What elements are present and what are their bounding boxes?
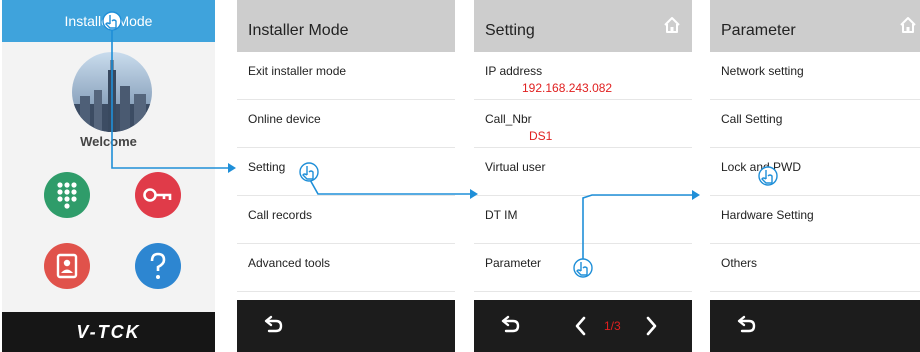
screen-header: Setting (474, 0, 692, 52)
screen-title: Parameter (721, 22, 796, 39)
screen-header: Installer Mode (237, 0, 455, 52)
contact-card-icon[interactable] (44, 243, 90, 289)
flow-arrowhead (228, 163, 236, 173)
menu-item-label: Parameter (485, 256, 542, 270)
menu-item-label: Call records (248, 208, 313, 222)
back-arrow-icon[interactable] (734, 315, 758, 337)
screen-footer: 1/3 (474, 300, 692, 352)
screen-footer (237, 300, 455, 352)
screen-title: Setting (485, 22, 535, 39)
menu-item-exit-installer-mode[interactable]: Exit installer mode (237, 52, 455, 100)
menu-item-label: Online device (248, 112, 321, 126)
menu-item-label: Call_Nbr (485, 112, 532, 126)
menu-item-setting[interactable]: Setting (237, 148, 455, 196)
setting-screen: Setting IP address 192.168.243.082 Call_… (474, 0, 692, 352)
menu-item-dt-im[interactable]: DT IM (474, 196, 692, 244)
home-icon[interactable] (662, 15, 682, 35)
menu-item-advanced-tools[interactable]: Advanced tools (237, 244, 455, 292)
welcome-avatar (72, 52, 152, 132)
menu-item-label: Network setting (721, 64, 804, 78)
back-arrow-icon[interactable] (261, 315, 285, 337)
keypad-icon[interactable] (44, 172, 90, 218)
screen-header: Parameter (710, 0, 920, 52)
home-screen: Installer Mode Welcome V-TCK (2, 0, 215, 352)
menu-item-label: Virtual user (485, 160, 546, 174)
menu-item-label: DT IM (485, 208, 518, 222)
menu-item-online-device[interactable]: Online device (237, 100, 455, 148)
menu-item-network-setting[interactable]: Network setting (710, 52, 920, 100)
installer-mode-screen: Installer Mode Exit installer mode Onlin… (237, 0, 455, 352)
menu-item-label: Call Setting (721, 112, 783, 126)
screen-footer (710, 300, 920, 352)
help-icon[interactable] (135, 243, 181, 289)
installer-mode-title[interactable]: Installer Mode (2, 0, 215, 42)
call-nbr-value: DS1 (529, 129, 553, 143)
brand-logo: V-TCK (2, 312, 215, 352)
welcome-label: Welcome (80, 134, 137, 149)
menu-item-label: Advanced tools (248, 256, 331, 270)
menu-item-call-setting[interactable]: Call Setting (710, 100, 920, 148)
chevron-right-icon[interactable] (644, 315, 658, 337)
menu-item-lock-and-pwd[interactable]: Lock and PWD (710, 148, 920, 196)
page-indicator: 1/3 (604, 319, 621, 333)
screen-title: Installer Mode (248, 22, 349, 39)
parameter-screen: Parameter Network setting Call Setting L… (710, 0, 920, 352)
menu-item-call-nbr[interactable]: Call_Nbr DS1 (474, 100, 692, 148)
menu-item-hardware-setting[interactable]: Hardware Setting (710, 196, 920, 244)
menu-item-others[interactable]: Others (710, 244, 920, 292)
menu-item-parameter[interactable]: Parameter (474, 244, 692, 292)
menu-item-virtual-user[interactable]: Virtual user (474, 148, 692, 196)
menu-item-call-records[interactable]: Call records (237, 196, 455, 244)
menu-item-ip-address[interactable]: IP address 192.168.243.082 (474, 52, 692, 100)
key-icon[interactable] (135, 172, 181, 218)
menu-item-label: Exit installer mode (248, 64, 347, 78)
ip-address-value: 192.168.243.082 (522, 81, 613, 95)
chevron-left-icon[interactable] (574, 315, 588, 337)
home-icon[interactable] (898, 15, 918, 35)
menu-item-label: Setting (248, 160, 286, 174)
menu-item-label: Hardware Setting (721, 208, 814, 222)
menu-item-label: Lock and PWD (721, 160, 802, 174)
back-arrow-icon[interactable] (498, 315, 522, 337)
flow-arrowhead (692, 190, 700, 200)
menu-item-label: Others (721, 256, 758, 270)
menu-item-label: IP address (485, 64, 543, 78)
